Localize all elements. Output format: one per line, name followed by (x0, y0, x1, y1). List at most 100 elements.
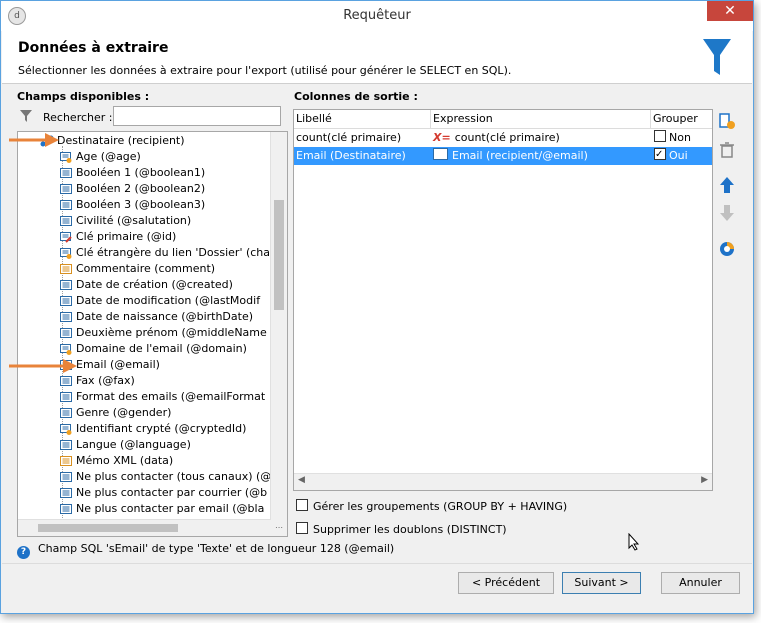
tree-item-label: Identifiant crypté (@cryptedId) (76, 422, 247, 435)
tree-item[interactable]: Age (@age) (60, 149, 141, 165)
computed-field-icon (60, 423, 72, 435)
row-expression: Email (recipient/@email) (433, 147, 588, 165)
tree-item[interactable]: Deuxième prénom (@middleName (60, 325, 267, 341)
tree-item[interactable]: Langue (@language) (60, 437, 191, 453)
tree-item[interactable]: Mémo XML (data) (60, 453, 173, 469)
help-icon: ? (17, 546, 30, 559)
move-up-icon[interactable] (717, 175, 737, 195)
move-down-icon[interactable] (717, 203, 737, 223)
tree-item[interactable]: Booléen 2 (@boolean2) (60, 181, 205, 197)
field-icon (60, 375, 72, 387)
tree-item[interactable]: Ne plus contacter par courrier (@b (60, 485, 267, 501)
field-icon (60, 215, 72, 227)
title-bar: d Requêteur ✕ (1, 1, 753, 31)
group-checkbox[interactable] (654, 130, 666, 142)
grid-horizontal-scrollbar[interactable]: ◀ ▶ (294, 473, 712, 490)
add-column-icon[interactable] (717, 111, 737, 131)
row-label: Email (Destinataire) (296, 149, 406, 162)
tree-item[interactable]: Date de création (@created) (60, 277, 233, 293)
tree-item[interactable]: Commentaire (comment) (60, 261, 215, 277)
tree-item-label: Langue (@language) (76, 438, 191, 451)
column-header-expression[interactable]: Expression (433, 110, 493, 128)
pointer-arrow-icon (9, 359, 77, 373)
row-label: count(clé primaire) (296, 131, 402, 144)
group-by-checkbox[interactable] (296, 499, 308, 511)
tree-item-label: Deuxième prénom (@middleName (76, 326, 267, 339)
output-columns-grid[interactable]: Libellé Expression Grouper count(clé pri… (293, 109, 713, 491)
mouse-cursor-icon (628, 533, 640, 551)
group-by-option[interactable]: Gérer les groupements (GROUP BY + HAVING… (296, 499, 567, 513)
tree-item[interactable]: Clé primaire (@id) (60, 229, 176, 245)
tree-item-label: Format des emails (@emailFormat (76, 390, 266, 403)
tree-item-label: Destinataire (recipient) (57, 134, 185, 147)
tree-item-label: Age (@age) (76, 150, 141, 163)
tree-horizontal-scrollbar[interactable] (18, 519, 271, 536)
tree-resize-corner[interactable]: ⋯ (271, 520, 287, 536)
help-text: Champ SQL 'sEmail' de type 'Texte' et de… (38, 542, 395, 555)
tree-item[interactable]: Format des emails (@emailFormat (60, 389, 265, 405)
tree-item-label: Ne plus contacter par courrier (@b (76, 486, 268, 499)
tree-vertical-scrollbar[interactable] (270, 132, 287, 520)
cancel-button[interactable]: Annuler (661, 572, 740, 594)
aggregate-icon: X= (433, 131, 451, 144)
footer-divider (2, 563, 752, 564)
field-icon (433, 148, 448, 160)
group-checkbox[interactable] (654, 146, 666, 164)
distribution-icon[interactable] (717, 239, 737, 259)
tree-item[interactable]: Domaine de l'email (@domain) (60, 341, 247, 357)
field-icon (60, 279, 72, 291)
available-fields-label: Champs disponibles : (17, 90, 150, 103)
tree-hscroll-thumb[interactable] (38, 524, 178, 532)
funnel-icon (703, 39, 731, 75)
tree-item[interactable]: Clé étrangère du lien 'Dossier' (cha (60, 245, 270, 261)
row-group[interactable]: Non (654, 129, 691, 147)
tree-item[interactable]: Ne plus contacter par email (@bla (60, 501, 264, 517)
field-icon (60, 295, 72, 307)
search-label: Rechercher : (43, 111, 113, 124)
row-group[interactable]: Oui (654, 146, 688, 165)
tree-item[interactable]: Booléen 1 (@boolean1) (60, 165, 205, 181)
table-row[interactable]: count(clé primaire) X= count(clé primaire… (294, 129, 712, 147)
delete-icon[interactable] (717, 140, 737, 160)
tree-item-label: Ne plus contacter (tous canaux) (@ (76, 470, 272, 483)
requeteur-window: d Requêteur ✕ Données à extraire Sélecti… (0, 0, 754, 614)
fields-tree[interactable]: Ne plus contacter par email (@bla Ne plus… (17, 131, 288, 537)
memo-field-icon (60, 263, 72, 275)
table-row-selected[interactable]: Email (Destinataire) Email (recipient/@e… (294, 146, 712, 165)
field-icon (60, 167, 72, 179)
previous-button[interactable]: < Précédent (458, 572, 554, 594)
tree-item[interactable]: Booléen 3 (@boolean3) (60, 197, 205, 213)
tree-item[interactable]: Ne plus contacter (tous canaux) (@ (60, 469, 271, 485)
page-subtitle: Sélectionner les données à extraire pour… (18, 64, 512, 77)
tree-item[interactable]: Date de modification (@lastModif (60, 293, 260, 309)
field-icon (60, 439, 72, 451)
search-input[interactable] (113, 106, 281, 126)
field-icon (60, 471, 72, 483)
field-icon (60, 391, 72, 403)
close-button[interactable]: ✕ (707, 1, 753, 21)
distinct-option[interactable]: Supprimer les doublons (DISTINCT) (296, 522, 507, 536)
grid-header: Libellé Expression Grouper (294, 110, 712, 129)
column-header-group[interactable]: Grouper (653, 110, 698, 128)
column-header-label[interactable]: Libellé (296, 110, 332, 128)
tree-item-label: Booléen 3 (@boolean3) (76, 198, 206, 211)
tree-item[interactable]: Civilité (@salutation) (60, 213, 191, 229)
tree-node-recipient[interactable]: Destinataire (recipient) (40, 133, 185, 149)
tree-item[interactable]: Identifiant crypté (@cryptedId) (60, 421, 246, 437)
computed-field-icon (60, 151, 72, 163)
computed-field-icon (60, 343, 72, 355)
field-icon (60, 503, 72, 515)
tree-item-label: Fax (@fax) (76, 374, 135, 387)
tree-item[interactable]: Genre (@gender) (60, 405, 171, 421)
tree-item-label: Mémo XML (data) (76, 454, 174, 467)
distinct-checkbox[interactable] (296, 522, 308, 534)
field-icon (60, 199, 72, 211)
tree-item[interactable]: Date de naissance (@birthDate) (60, 309, 253, 325)
field-icon (60, 487, 72, 499)
next-button[interactable]: Suivant > (562, 572, 641, 594)
tree-item-label: Booléen 2 (@boolean2) (76, 182, 206, 195)
tree-item-label: Commentaire (comment) (76, 262, 216, 275)
tree-item-label: Domaine de l'email (@domain) (76, 342, 247, 355)
wizard-header: Données à extraire Sélectionner les donn… (2, 31, 752, 84)
tree-scroll-thumb[interactable] (274, 200, 284, 310)
